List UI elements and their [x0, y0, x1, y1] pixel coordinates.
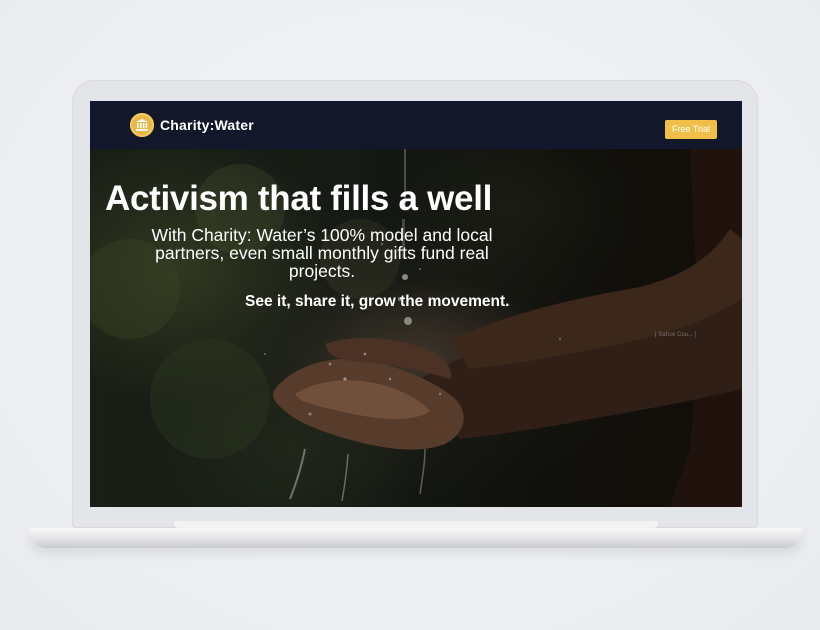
hero-tagline: See it, share it, grow the movement.	[245, 293, 510, 310]
laptop-base	[30, 528, 802, 548]
laptop-mockup: Charity:Water Free Trial Activism that f…	[0, 0, 820, 630]
hero-section: Activism that fills a well With Charity:…	[90, 149, 742, 507]
laptop-screen: Charity:Water Free Trial Activism that f…	[90, 101, 742, 507]
logo[interactable]: Charity:Water	[130, 113, 254, 137]
hero-headline: Activism that fills a well	[105, 179, 493, 218]
bank-icon	[130, 113, 154, 137]
photo-credit: [ Sahse Cou... ]	[655, 332, 697, 338]
laptop-base-notch	[174, 521, 658, 528]
navbar: Charity:Water Free Trial	[90, 101, 742, 149]
free-trial-button[interactable]: Free Trial	[664, 120, 717, 139]
hero-subhead: With Charity: Water’s 100% model and loc…	[151, 225, 493, 281]
brand-name: Charity:Water	[160, 117, 254, 133]
